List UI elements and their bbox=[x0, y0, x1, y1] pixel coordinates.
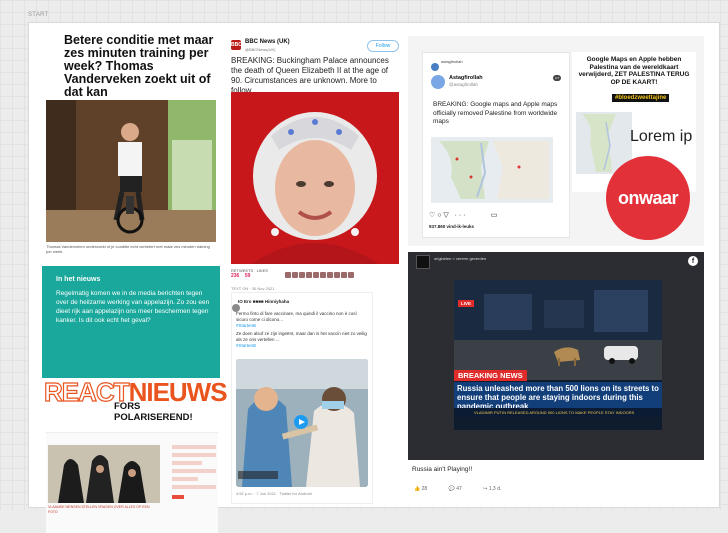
cyclist-photo bbox=[46, 100, 216, 242]
tweet-text-it: Fermo finto di fare vaccinare, ma quindi… bbox=[236, 311, 357, 322]
fb-page-name[interactable]: originelen > vererm geverden bbox=[434, 256, 486, 261]
sidebar-links bbox=[172, 441, 216, 529]
map-image bbox=[431, 137, 553, 203]
group-photo bbox=[48, 445, 160, 503]
embedded-tweet-handle: @astagfirollah bbox=[449, 82, 478, 87]
facebook-icon: f bbox=[688, 256, 698, 266]
avatar bbox=[416, 255, 430, 269]
vaccine-user-name: IO Ero ■■■■ Hinniyhaha bbox=[238, 299, 290, 304]
react-logo-nieuws: NIEUWS bbox=[128, 377, 228, 407]
vaccine-tweet: TEXT ON · 30 Nov 2021 IO Ero ■■■■ Hinniy… bbox=[229, 286, 399, 508]
hashtag-link[interactable]: #StartenB bbox=[236, 323, 368, 329]
news-subticker: VLADIMIR PUTIN RELEASED AROUND 500 LIONS… bbox=[454, 408, 662, 417]
breaking-news-banner: BREAKING NEWS bbox=[454, 370, 527, 381]
bbc-stats: RETWEETS LIKES 236 59 bbox=[231, 268, 399, 282]
bbc-handle: @BBCNews(UK) bbox=[245, 47, 276, 52]
vaccine-tweet-header: TEXT ON · 30 Nov 2021 bbox=[231, 286, 275, 291]
avatar bbox=[431, 75, 445, 89]
instagram-post[interactable]: astagfirollah Astagfirollah @astagfiroll… bbox=[422, 52, 570, 238]
bottom-article: VLAAMSE MENSEN STELLEN VRAGEN OVER ALLES… bbox=[46, 432, 218, 533]
fb-video-container: originelen > vererm geverden f LIVE BREA… bbox=[408, 252, 704, 460]
onwaar-stamp: onwaar bbox=[606, 156, 690, 240]
bbc-logo-icon: BBC bbox=[231, 40, 242, 50]
bbc-column: BBC BBC News (UK) @BBCNews(UK) Follow BR… bbox=[229, 36, 399, 504]
start-label: START bbox=[28, 12, 49, 18]
article-headline[interactable]: Betere conditie met maar zes minuten tra… bbox=[64, 34, 220, 99]
news-box-title: In het nieuws bbox=[56, 276, 101, 283]
play-icon[interactable] bbox=[294, 415, 308, 429]
facebook-video-post: originelen > vererm geverden f LIVE BREA… bbox=[408, 252, 704, 498]
fb-likes[interactable]: 👍 28 bbox=[414, 486, 437, 492]
tweet-text-nl: Ze doen alsof ze zijn ingeënt, maar dan … bbox=[236, 331, 367, 342]
likes-label: LIKES bbox=[256, 268, 268, 273]
lion-news-video[interactable]: LIVE BREAKING NEWS Russia unleashed more… bbox=[454, 280, 662, 430]
news-ticker: Russia unleashed more than 500 lions on … bbox=[454, 382, 662, 411]
avatar bbox=[431, 63, 439, 71]
news-box-text: Regelmatig komen we in de media berichte… bbox=[56, 290, 210, 324]
react-nieuws-banner: REACTNIEUWS FORS POLARISEREND! bbox=[43, 378, 227, 423]
bbc-tweet-text: BREAKING: Buckingham Palace announces th… bbox=[231, 56, 389, 95]
live-badge: LIVE bbox=[458, 300, 475, 307]
bbc-account-name[interactable]: BBC News (UK) bbox=[245, 39, 290, 45]
vaccine-tweet-text: Fermo finto di fare vaccinare, ma quindi… bbox=[236, 311, 368, 349]
photo-caption: Thomas Vanderveken onderzoekt of je cond… bbox=[46, 244, 210, 254]
vaccine-tweet-footer: 4:52 p.m. · 7 Jun 2021 · Twitter for And… bbox=[236, 491, 312, 496]
sidebar-red-button[interactable] bbox=[172, 495, 184, 499]
ig-header: astagfirollah bbox=[429, 59, 463, 71]
follow-button[interactable]: Follow bbox=[367, 40, 399, 52]
retweet-count[interactable]: 236 bbox=[231, 273, 239, 279]
like-count[interactable]: 59 bbox=[245, 273, 251, 279]
news-box[interactable]: In het nieuws Regelmatig komen we in de … bbox=[42, 266, 220, 378]
vaccination-video[interactable] bbox=[236, 359, 368, 487]
hashtag-link[interactable]: #StartenB bbox=[236, 343, 368, 349]
fb-shares[interactable]: ↪ 1,3 d. bbox=[483, 486, 511, 492]
badge: LIT bbox=[553, 75, 561, 81]
article-column: Betere conditie met maar zes minuten tra… bbox=[42, 34, 228, 533]
embedded-tweet-text: BREAKING: Google maps and Apple maps off… bbox=[433, 101, 558, 125]
gm-hashtag[interactable]: #bloedzweettajine bbox=[612, 94, 670, 102]
liker-avatars bbox=[285, 272, 355, 279]
embedded-tweet-name: Astagfirollah bbox=[449, 75, 483, 81]
lorem-placeholder-text: Lorem ip bbox=[630, 128, 693, 145]
ig-likes: 937.860 vind-ik-leuks bbox=[429, 224, 475, 229]
ig-action-icons[interactable]: ♡ ○ ▽ · · · ▭ bbox=[429, 211, 497, 219]
ig-account[interactable]: astagfirollah bbox=[441, 59, 463, 64]
queen-photo bbox=[231, 92, 399, 264]
vaccine-tweet-user[interactable]: IO Ero ■■■■ Hinniyhaha bbox=[232, 299, 290, 312]
vaccine-tweet-card[interactable]: IO Ero ■■■■ Hinniyhaha Fermo finto di fa… bbox=[231, 292, 373, 504]
gm-post-title: Google Maps en Apple hebben Palestina va… bbox=[578, 56, 690, 86]
fb-comments[interactable]: 💬 47 bbox=[449, 486, 472, 492]
maps-panel: astagfirollah Astagfirollah @astagfiroll… bbox=[408, 36, 704, 246]
fb-post-stats: 👍 28 💬 47 ↪ 1,3 d. bbox=[414, 486, 521, 492]
bbc-tweet-header: BBC BBC News (UK) @BBCNews(UK) Follow bbox=[229, 36, 399, 54]
fb-post-caption: Russia ain't Playing!! bbox=[412, 466, 473, 473]
